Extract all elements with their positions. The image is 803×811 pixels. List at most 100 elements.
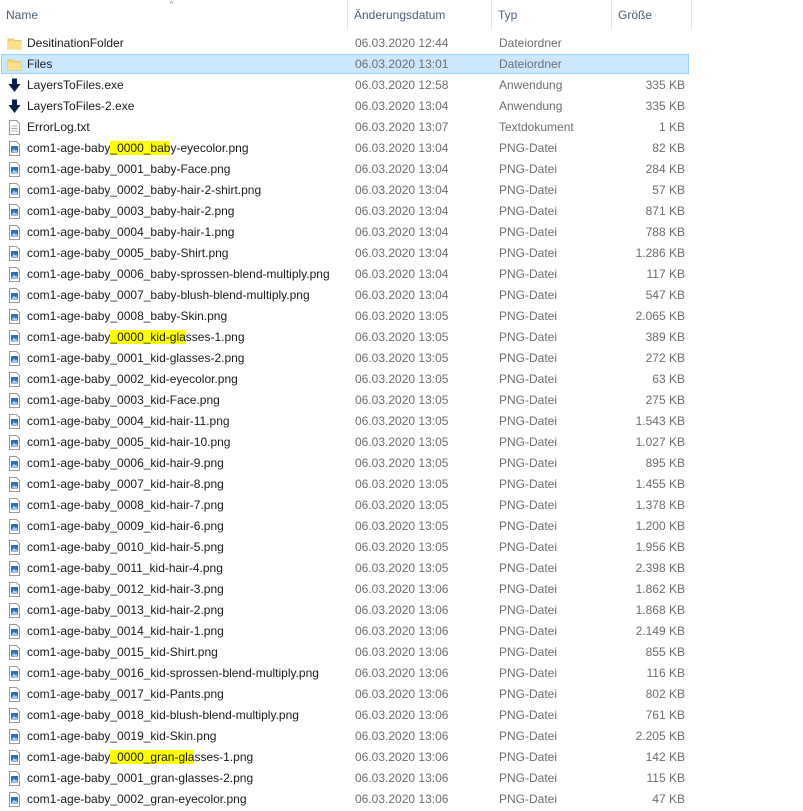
file-row[interactable]: com1-age-baby_0005_baby-Shirt.png 06.03.2… [0,243,803,264]
file-row[interactable]: com1-age-baby_0017_kid-Pants.png 06.03.20… [0,684,803,705]
file-date: 06.03.2020 13:06 [355,666,449,680]
file-row[interactable]: DesitinationFolder 06.03.2020 12:44 Dateio… [0,33,803,54]
file-date: 06.03.2020 13:05 [355,435,449,449]
folder-icon [7,57,22,72]
image-file-icon [7,393,22,408]
file-row[interactable]: com1-age-baby_0000_gran-glasses-1.png 06.… [0,747,803,768]
image-file-icon [7,645,22,660]
file-size: 871 KB [645,204,685,218]
file-row[interactable]: com1-age-baby_0002_baby-hair-2-shirt.png… [0,180,803,201]
file-type: PNG-Datei [499,687,558,701]
file-name: com1-age-baby_0013_kid-hair-2.png [27,603,224,617]
file-row[interactable]: com1-age-baby_0008_baby-Skin.png 06.03.20… [0,306,803,327]
file-type: Dateiordner [499,57,562,71]
file-size: 272 KB [645,351,685,365]
file-date: 06.03.2020 13:05 [355,372,449,386]
file-date: 06.03.2020 13:05 [355,477,449,491]
file-row[interactable]: com1-age-baby_0011_kid-hair-4.png 06.03.2… [0,558,803,579]
file-name: com1-age-baby_0005_kid-hair-10.png [27,435,231,449]
file-row[interactable]: com1-age-baby_0019_kid-Skin.png 06.03.202… [0,726,803,747]
file-date: 06.03.2020 13:05 [355,330,449,344]
file-name: com1-age-baby_0017_kid-Pants.png [27,687,224,701]
file-date: 06.03.2020 13:05 [355,519,449,533]
file-row[interactable]: com1-age-baby_0012_kid-hair-3.png 06.03.2… [0,579,803,600]
file-row[interactable]: com1-age-baby_0004_kid-hair-11.png 06.03.… [0,411,803,432]
file-size: 1.956 KB [635,540,685,554]
file-row[interactable]: com1-age-baby_0006_baby-sprossen-blend-m… [0,264,803,285]
file-date: 06.03.2020 13:04 [355,99,449,113]
file-date: 06.03.2020 13:04 [355,141,449,155]
file-row[interactable]: Files 06.03.2020 13:01 Dateiordner [0,54,803,75]
file-row[interactable]: com1-age-baby_0000_baby-eyecolor.png 06.0… [0,138,803,159]
file-type: PNG-Datei [499,267,558,281]
file-row[interactable]: ErrorLog.txt 06.03.2020 13:07 Textdokument… [0,117,803,138]
file-row[interactable]: com1-age-baby_0007_baby-blush-blend-mult… [0,285,803,306]
column-header-type[interactable]: Typ [492,0,612,30]
image-file-icon [7,309,22,324]
file-name: DesitinationFolder [27,36,124,50]
file-row[interactable]: com1-age-baby_0001_gran-glasses-2.png 06.… [0,768,803,789]
file-row[interactable]: com1-age-baby_0014_kid-hair-1.png 06.03.2… [0,621,803,642]
image-file-icon [7,624,22,639]
image-file-icon [7,519,22,534]
image-file-icon [7,561,22,576]
file-row[interactable]: com1-age-baby_0001_baby-Face.png 06.03.20… [0,159,803,180]
file-row[interactable]: LayersToFiles.exe 06.03.2020 12:58 Anwendu… [0,75,803,96]
file-date: 06.03.2020 13:06 [355,708,449,722]
file-type: Anwendung [499,99,563,113]
file-row[interactable]: LayersToFiles-2.exe 06.03.2020 13:04 Anwen… [0,96,803,117]
file-name: com1-age-baby_0012_kid-hair-3.png [27,582,224,596]
file-name: com1-age-baby_0004_kid-hair-11.png [27,414,230,428]
file-date: 06.03.2020 13:06 [355,687,449,701]
sort-caret-icon: ^ [169,0,174,9]
file-row[interactable]: com1-age-baby_0015_kid-Shirt.png 06.03.20… [0,642,803,663]
file-row[interactable]: com1-age-baby_0000_kid-glasses-1.png 06.0… [0,327,803,348]
file-size: 2.398 KB [635,561,685,575]
file-name: com1-age-baby_0002_kid-eyecolor.png [27,372,238,386]
file-size: 63 KB [652,372,685,386]
file-row[interactable]: com1-age-baby_0010_kid-hair-5.png 06.03.2… [0,537,803,558]
file-date: 06.03.2020 13:06 [355,771,449,785]
file-row[interactable]: com1-age-baby_0016_kid-sprossen-blend-mu… [0,663,803,684]
file-size [612,33,685,54]
column-header-bar: ^ Name Änderungsdatum Typ Größe [0,0,803,30]
column-header-name[interactable]: ^ Name [0,0,348,30]
file-row[interactable]: com1-age-baby_0007_kid-hair-8.png 06.03.2… [0,474,803,495]
file-type: PNG-Datei [499,498,558,512]
column-header-date[interactable]: Änderungsdatum [348,0,492,30]
file-row[interactable]: com1-age-baby_0006_kid-hair-9.png 06.03.2… [0,453,803,474]
file-row[interactable]: com1-age-baby_0003_kid-Face.png 06.03.202… [0,390,803,411]
file-type: PNG-Datei [499,225,558,239]
column-header-size[interactable]: Größe [612,0,692,30]
exe-arrow-icon [7,99,22,114]
file-type: PNG-Datei [499,666,558,680]
file-date: 06.03.2020 13:05 [355,456,449,470]
image-file-icon [7,372,22,387]
file-date: 06.03.2020 13:06 [355,582,449,596]
file-size: 855 KB [645,645,685,659]
highlighted-text: _0000_kid-gla [110,330,186,344]
file-row[interactable]: com1-age-baby_0009_kid-hair-6.png 06.03.2… [0,516,803,537]
file-row[interactable]: com1-age-baby_0001_kid-glasses-2.png 06.0… [0,348,803,369]
file-row[interactable]: com1-age-baby_0005_kid-hair-10.png 06.03.… [0,432,803,453]
file-name: com1-age-baby_0007_kid-hair-8.png [27,477,224,491]
file-row[interactable]: com1-age-baby_0018_kid-blush-blend-multi… [0,705,803,726]
file-size: 1.200 KB [635,519,685,533]
file-date: 06.03.2020 13:05 [355,309,449,323]
file-date: 06.03.2020 13:04 [355,225,449,239]
file-row[interactable]: com1-age-baby_0002_kid-eyecolor.png 06.03… [0,369,803,390]
file-date: 06.03.2020 13:05 [355,561,449,575]
file-name: com1-age-baby_0000_kid-glasses-1.png [27,327,245,348]
file-row[interactable]: com1-age-baby_0002_gran-eyecolor.png 06.0… [0,789,803,810]
file-size: 1.543 KB [635,414,685,428]
file-name: com1-age-baby_0003_kid-Face.png [27,393,220,407]
file-row[interactable]: com1-age-baby_0013_kid-hair-2.png 06.03.2… [0,600,803,621]
file-type: PNG-Datei [499,792,558,806]
file-row[interactable]: com1-age-baby_0008_kid-hair-7.png 06.03.2… [0,495,803,516]
file-row[interactable]: com1-age-baby_0003_baby-hair-2.png 06.03.… [0,201,803,222]
file-name-prefix: com1-age-baby [27,750,111,764]
image-file-icon [7,351,22,366]
file-type: PNG-Datei [499,372,558,386]
file-row[interactable]: com1-age-baby_0004_baby-hair-1.png 06.03.… [0,222,803,243]
file-type: PNG-Datei [499,393,558,407]
